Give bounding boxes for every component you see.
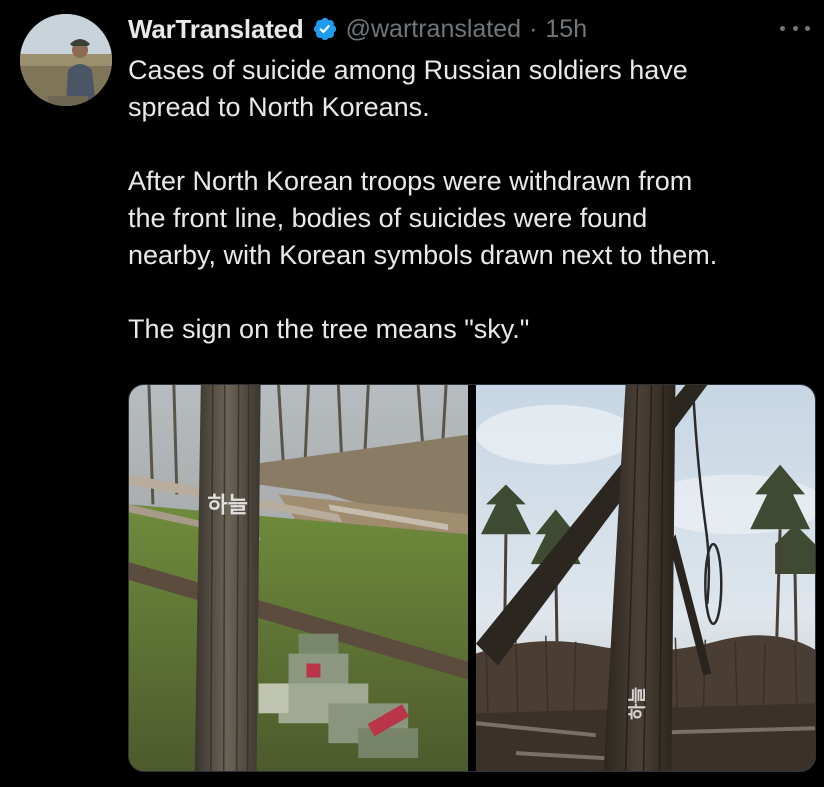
tree-marking-right: 하늘: [627, 687, 648, 720]
noose-photo-image: 하늘: [476, 385, 815, 771]
tweet-header: WarTranslated @wartranslated · 15h: [128, 12, 587, 46]
tweet-text-line: After North Korean troops were withdrawn…: [128, 166, 693, 196]
tree-marking-left: 하늘: [208, 493, 248, 518]
tweet-media-grid: 하늘 하늘: [128, 384, 816, 772]
tweet-text-line: Cases of suicide among Russian soldiers …: [128, 55, 688, 85]
tweet-text-line: spread to North Koreans.: [128, 92, 430, 122]
author-display-name[interactable]: WarTranslated: [128, 14, 304, 45]
tweet-text-line: nearby, with Korean symbols drawn next t…: [128, 240, 718, 270]
author-handle[interactable]: @wartranslated: [346, 15, 521, 44]
tweet-timestamp[interactable]: 15h: [545, 15, 587, 44]
avatar-image: [20, 14, 112, 106]
author-avatar[interactable]: [20, 14, 112, 106]
separator-dot: ·: [529, 14, 538, 43]
media-photo-right[interactable]: 하늘: [476, 385, 815, 771]
tweet-text-line: the front line, bodies of suicides were …: [128, 203, 648, 233]
tweet-card[interactable]: WarTranslated @wartranslated · 15h Cases…: [0, 0, 824, 787]
tweet-text-line: The sign on the tree means "sky.": [128, 314, 530, 344]
verified-badge-icon: [313, 17, 336, 41]
tweet-text: Cases of suicide among Russian soldiers …: [128, 52, 818, 348]
more-options-icon[interactable]: [780, 18, 810, 38]
media-photo-left[interactable]: 하늘: [129, 385, 468, 771]
forest-photo-image: 하늘: [129, 385, 468, 771]
